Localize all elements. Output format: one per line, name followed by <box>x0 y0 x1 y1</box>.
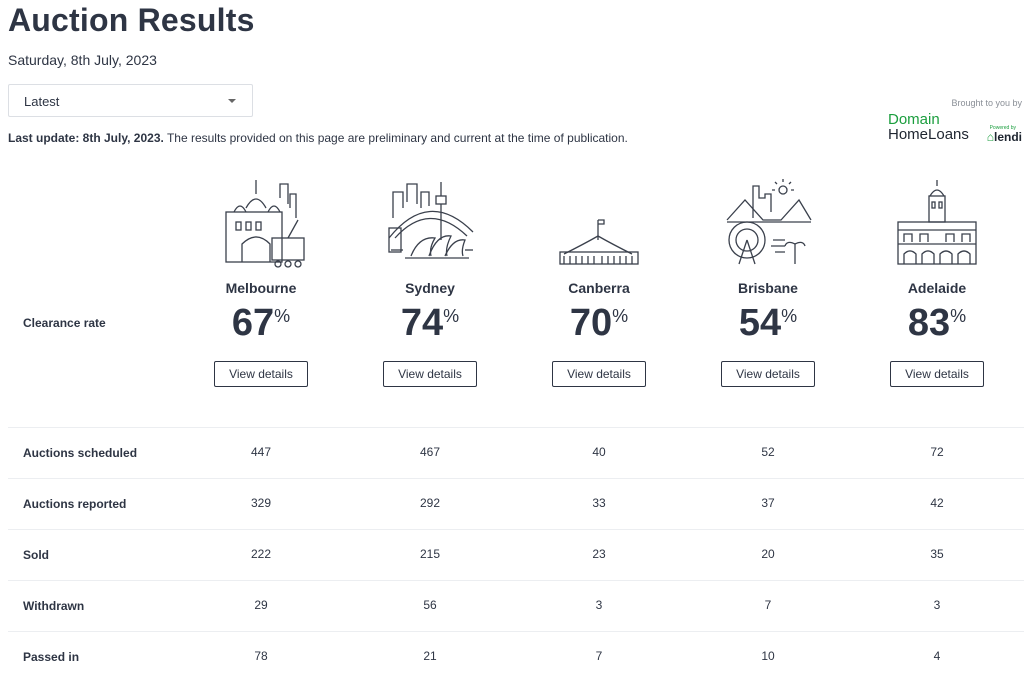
canberra-parliament-icon <box>559 219 639 265</box>
table-cell: 78 <box>254 649 268 663</box>
table-cell: 23 <box>592 547 606 561</box>
city-name: Melbourne <box>225 280 297 296</box>
clearance-rate-number: 67 <box>231 302 275 344</box>
table-cell: 3 <box>595 598 603 612</box>
city-name: Canberra <box>568 280 630 296</box>
adelaide-town-hall-icon <box>897 180 977 265</box>
percent-sign: % <box>443 306 460 326</box>
melbourne-skyline-icon <box>225 180 305 268</box>
table-row: Passed in 78 21 7 10 4 <box>8 631 1024 682</box>
sponsor-brand-line1: Domain <box>888 111 940 128</box>
partner-logo: ⌂lendi <box>987 130 1022 144</box>
view-details-button[interactable]: View details <box>383 361 477 387</box>
table-cell: 33 <box>592 496 606 510</box>
table-cell: 37 <box>761 496 775 510</box>
city-card-sydney: Sydney 74% View details <box>345 178 515 387</box>
sydney-skyline-icon <box>388 182 474 259</box>
city-card-melbourne: Melbourne 67% View details <box>176 178 346 387</box>
clearance-rate-value: 67% <box>176 302 346 345</box>
partner-name: lendi <box>993 130 1022 144</box>
table-cell: 10 <box>761 649 775 663</box>
table-cell: 7 <box>764 598 772 612</box>
last-update-date: Last update: 8th July, 2023. <box>8 131 164 145</box>
table-cell: 42 <box>930 496 944 510</box>
clearance-rate-value: 54% <box>683 302 853 345</box>
brought-to-you-by: Brought to you by <box>951 98 1022 108</box>
clearance-rate-number: 74 <box>400 302 444 344</box>
last-update-disclaimer: The results provided on this page are pr… <box>163 131 628 145</box>
clearance-rate-number: 54 <box>738 302 782 344</box>
table-cell: 72 <box>930 445 944 459</box>
table-cell: 3 <box>933 598 941 612</box>
table-cell: 4 <box>933 649 941 663</box>
table-row: Sold 222 215 23 20 35 <box>8 529 1024 580</box>
table-cell: 52 <box>761 445 775 459</box>
clearance-rate-number: 83 <box>907 302 951 344</box>
clearance-rate-number: 70 <box>569 302 613 344</box>
table-cell: 21 <box>423 649 437 663</box>
row-label: Sold <box>23 548 49 562</box>
date-selector[interactable]: Latest <box>8 84 253 117</box>
percent-sign: % <box>612 306 629 326</box>
last-update-note: Last update: 8th July, 2023. The results… <box>8 131 628 145</box>
row-label: Passed in <box>23 650 80 664</box>
table-cell: 329 <box>250 496 272 510</box>
table-cell: 222 <box>250 547 272 561</box>
city-card-canberra: Canberra 70% View details <box>514 178 684 387</box>
brisbane-skyline-icon <box>726 179 812 265</box>
sponsor-brand-line2: HomeLoans <box>888 126 969 143</box>
clearance-rate-value: 74% <box>345 302 515 345</box>
table-cell: 292 <box>419 496 441 510</box>
auction-stats-table: Auctions scheduled 447 467 40 52 72 Auct… <box>8 427 1024 682</box>
clearance-rate-label: Clearance rate <box>23 316 106 330</box>
city-name: Sydney <box>405 280 455 296</box>
table-cell: 56 <box>423 598 437 612</box>
table-cell: 447 <box>250 445 272 459</box>
city-name: Adelaide <box>907 280 967 296</box>
row-label: Auctions scheduled <box>23 446 138 460</box>
table-row: Auctions reported 329 292 33 37 42 <box>8 478 1024 529</box>
view-details-button[interactable]: View details <box>214 361 308 387</box>
table-row: Auctions scheduled 447 467 40 52 72 <box>8 427 1024 478</box>
percent-sign: % <box>950 306 967 326</box>
view-details-button[interactable]: View details <box>721 361 815 387</box>
page-title: Auction Results <box>8 2 255 38</box>
table-cell: 215 <box>419 547 441 561</box>
sponsor-logo[interactable]: Brought to you by Domain HomeLoans Power… <box>882 98 1022 148</box>
table-cell: 40 <box>592 445 606 459</box>
percent-sign: % <box>274 306 291 326</box>
table-cell: 29 <box>254 598 268 612</box>
city-card-brisbane: Brisbane 54% View details <box>683 178 853 387</box>
date-selector-value: Latest <box>24 94 60 109</box>
city-card-adelaide: Adelaide 83% View details <box>852 178 1022 387</box>
chevron-down-icon <box>228 99 236 103</box>
table-cell: 7 <box>595 649 603 663</box>
table-cell: 467 <box>419 445 441 459</box>
table-cell: 20 <box>761 547 775 561</box>
view-details-button[interactable]: View details <box>890 361 984 387</box>
percent-sign: % <box>781 306 798 326</box>
page-date: Saturday, 8th July, 2023 <box>8 52 157 68</box>
row-label: Withdrawn <box>23 599 85 613</box>
house-icon: ⌂ <box>986 130 994 144</box>
table-cell: 35 <box>930 547 944 561</box>
table-row: Withdrawn 29 56 3 7 3 <box>8 580 1024 631</box>
clearance-rate-value: 83% <box>852 302 1022 345</box>
view-details-button[interactable]: View details <box>552 361 646 387</box>
city-name: Brisbane <box>738 280 798 296</box>
clearance-rate-value: 70% <box>514 302 684 345</box>
row-label: Auctions reported <box>23 497 127 511</box>
